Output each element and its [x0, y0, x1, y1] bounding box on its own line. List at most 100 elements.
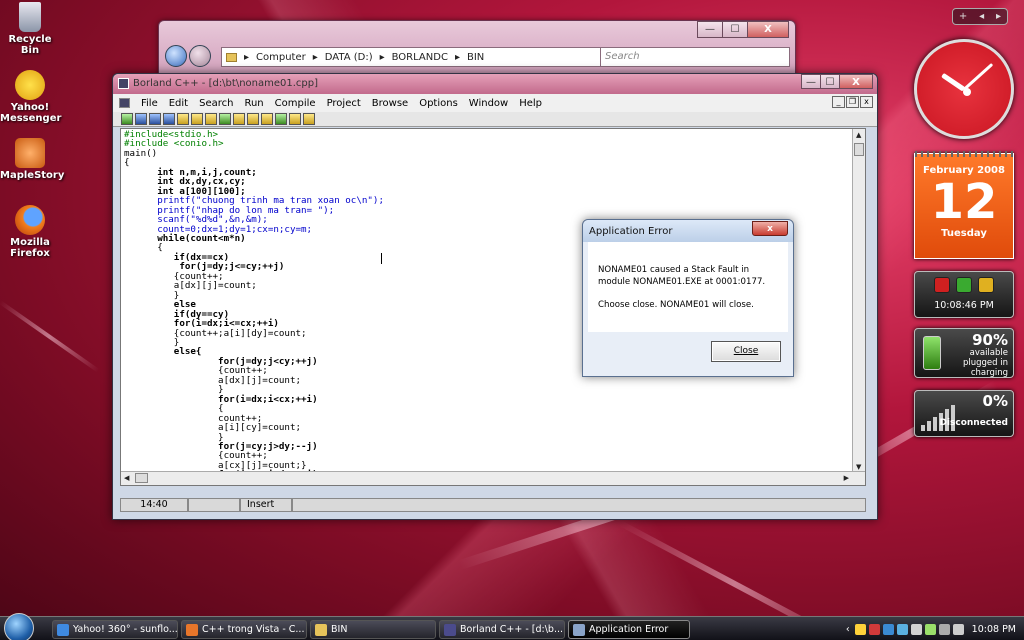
breadcrumb-bin[interactable]: BIN	[467, 52, 484, 63]
desktop-icon-firefox[interactable]: Mozilla Firefox	[0, 205, 60, 259]
vertical-scrollbar[interactable]: ▲ ▼	[852, 129, 865, 473]
shutdown-icon[interactable]	[934, 277, 950, 293]
text-cursor	[381, 253, 382, 264]
desktop-icon-maplestory[interactable]: MapleStory	[0, 138, 64, 181]
next-gadgets-button[interactable]: ▸	[996, 11, 1001, 22]
task-cpp-vista[interactable]: C++ trong Vista - C...	[181, 620, 307, 639]
copy-tool-icon[interactable]	[247, 113, 259, 125]
code-line[interactable]: main()	[124, 148, 384, 158]
browser-icon	[57, 624, 69, 636]
task-label: Yahoo! 360° - sunflo...	[73, 624, 178, 635]
code-line[interactable]: #include <conio.h>	[124, 139, 384, 149]
search-input[interactable]: Search	[600, 47, 790, 67]
network-tray-icon[interactable]	[882, 623, 894, 635]
clock-hour-hand	[941, 72, 966, 92]
minimize-button[interactable]: —	[697, 21, 723, 38]
breadcrumb-data-drive[interactable]: DATA (D:)	[325, 52, 373, 63]
horizontal-scrollbar[interactable]: ◀ ▶	[121, 471, 865, 485]
doc-icon[interactable]	[119, 98, 130, 108]
close-button[interactable]: X	[839, 74, 873, 89]
menu-run[interactable]: Run	[244, 98, 263, 109]
menu-edit[interactable]: Edit	[169, 98, 188, 109]
yahoo-messenger-icon	[15, 70, 45, 100]
dialog-close-button[interactable]: x	[752, 221, 788, 236]
wireless-tray-icon[interactable]	[938, 623, 950, 635]
display-tray-icon[interactable]	[896, 623, 908, 635]
close-button[interactable]: X	[747, 21, 789, 38]
borland-title-bar[interactable]: Borland C++ - [d:\bt\noname01.cpp] — ☐ X	[113, 74, 877, 94]
print-tool-icon[interactable]	[177, 113, 189, 125]
mdi-minimize-button[interactable]: _	[832, 96, 845, 108]
help-tool-icon[interactable]	[121, 113, 133, 125]
scroll-down-icon[interactable]: ▼	[856, 463, 861, 471]
task-yahoo-360[interactable]: Yahoo! 360° - sunflo...	[52, 620, 178, 639]
desktop-icon-recycle-bin[interactable]: Recycle Bin	[0, 2, 60, 56]
task-application-error[interactable]: Application Error	[568, 620, 690, 639]
menu-browse[interactable]: Browse	[372, 98, 408, 109]
menu-options[interactable]: Options	[419, 98, 458, 109]
back-button[interactable]	[165, 45, 187, 67]
undo-tool-icon[interactable]	[275, 113, 287, 125]
tray-expand-icon[interactable]: ‹	[846, 624, 850, 635]
make-tool-icon[interactable]	[303, 113, 315, 125]
mdi-close-button[interactable]: x	[860, 96, 873, 108]
forward-button[interactable]	[189, 45, 211, 67]
open-tool-icon[interactable]	[135, 113, 147, 125]
breadcrumb-borlandc[interactable]: BORLANDC	[392, 52, 448, 63]
horizontal-scroll-thumb[interactable]	[135, 473, 148, 483]
taskbar-clock[interactable]: 10:08 PM	[972, 624, 1016, 635]
mdi-restore-button[interactable]: ❐	[846, 96, 859, 108]
cut-tool-icon[interactable]	[233, 113, 245, 125]
menu-compile[interactable]: Compile	[275, 98, 316, 109]
replace-tool-icon[interactable]	[219, 113, 231, 125]
antivirus-tray-icon[interactable]	[910, 623, 922, 635]
restart-icon[interactable]	[956, 277, 972, 293]
maximize-button[interactable]: ☐	[722, 21, 748, 38]
wifi-gadget[interactable]: 0% Disconnected	[914, 390, 1014, 437]
menu-window[interactable]: Window	[469, 98, 508, 109]
volume-tray-icon[interactable]	[952, 623, 964, 635]
desktop-icon-label: Mozilla Firefox	[10, 237, 50, 259]
breadcrumb-computer[interactable]: Computer	[256, 52, 306, 63]
find-tool-icon[interactable]	[191, 113, 203, 125]
find-next-tool-icon[interactable]	[205, 113, 217, 125]
power-gadget[interactable]: 10:08:46 PM	[914, 271, 1014, 318]
scroll-left-icon[interactable]: ◀	[124, 474, 129, 482]
add-gadget-button[interactable]: +	[959, 11, 967, 22]
unikey-tray-icon[interactable]	[868, 623, 880, 635]
maximize-button[interactable]: ☐	[820, 74, 840, 89]
power-tray-icon[interactable]	[924, 623, 936, 635]
desktop-icon-yahoo-messenger[interactable]: Yahoo! Messenger	[0, 70, 61, 124]
paste-tool-icon[interactable]	[261, 113, 273, 125]
battery-status: available plugged in charging	[962, 348, 1008, 378]
scroll-up-icon[interactable]: ▲	[856, 131, 861, 139]
task-bin-folder[interactable]: BIN	[310, 620, 436, 639]
menu-file[interactable]: File	[141, 98, 158, 109]
calendar-gadget[interactable]: February 2008 12 Tuesday	[914, 151, 1014, 259]
code-line[interactable]: while(count<m*n)	[124, 234, 384, 244]
previous-gadgets-button[interactable]: ◂	[979, 11, 984, 22]
mdi-controls: _ ❐ x	[831, 96, 873, 108]
yahoo-tray-icon[interactable]	[854, 623, 866, 635]
menu-search[interactable]: Search	[199, 98, 233, 109]
menu-project[interactable]: Project	[327, 98, 361, 109]
compile-tool-icon[interactable]	[289, 113, 301, 125]
close-button[interactable]: Close	[711, 341, 781, 362]
dialog-title-bar[interactable]: Application Error x	[583, 220, 793, 242]
lock-icon[interactable]	[978, 277, 994, 293]
battery-gadget[interactable]: 90% available plugged in charging	[914, 328, 1014, 378]
minimize-button[interactable]: —	[801, 74, 821, 89]
start-button[interactable]	[4, 613, 34, 640]
vertical-scroll-thumb[interactable]	[854, 143, 864, 156]
task-borland[interactable]: Borland C++ - [d:\b...	[439, 620, 565, 639]
menu-help[interactable]: Help	[519, 98, 542, 109]
wifi-status: Disconnected	[939, 418, 1008, 428]
save-all-tool-icon[interactable]	[163, 113, 175, 125]
address-bar[interactable]: ▸ Computer ▸ DATA (D:) ▸ BORLANDC ▸ BIN	[221, 47, 629, 67]
insert-mode: Insert	[240, 498, 292, 512]
application-error-dialog[interactable]: Application Error x NONAME01 caused a St…	[582, 219, 794, 377]
save-tool-icon[interactable]	[149, 113, 161, 125]
scroll-right-icon[interactable]: ▶	[844, 474, 849, 482]
clock-gadget[interactable]	[914, 39, 1014, 139]
source-code[interactable]: #include<stdio.h> #include <conio.h> main(…	[124, 130, 384, 480]
